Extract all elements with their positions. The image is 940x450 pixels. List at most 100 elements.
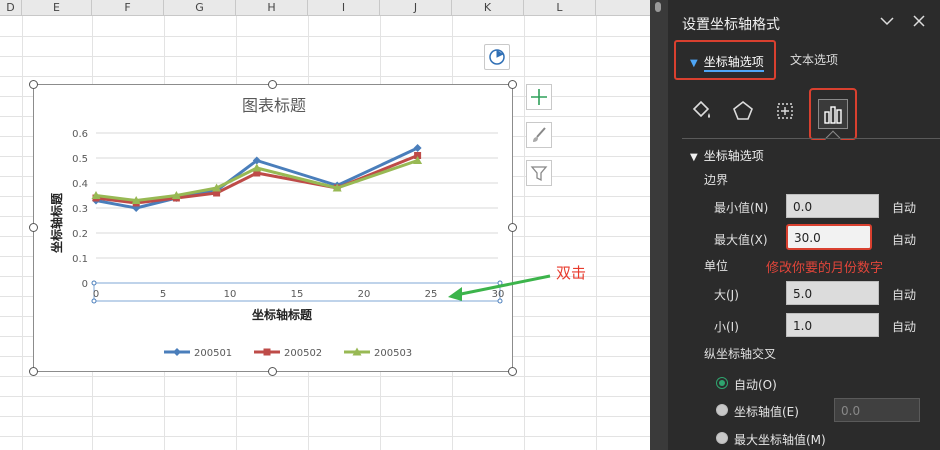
close-icon <box>913 15 925 27</box>
pane-close-button[interactable] <box>910 12 928 30</box>
grid-line <box>0 76 650 77</box>
scrollbar-thumb[interactable] <box>655 2 661 12</box>
column-header-d[interactable]: D <box>0 0 22 16</box>
resize-handle[interactable] <box>29 80 38 89</box>
chevron-down-icon <box>880 17 894 26</box>
chart-layout-button[interactable] <box>484 44 510 70</box>
column-header-k[interactable]: K <box>452 0 524 16</box>
chart-area[interactable]: 图表标题 0 0.1 0.2 0.3 0.4 0.5 0.6 0 5 10 15 20 25 30 坐标轴… <box>33 84 513 372</box>
double-click-label: 双击 <box>556 264 587 282</box>
cross-value-label: 坐标轴值(E) <box>734 405 799 419</box>
y-tick-label: 0.1 <box>72 254 88 265</box>
minor-unit-input[interactable]: 1.0 <box>786 313 879 337</box>
grid-line <box>0 436 650 437</box>
pane-title: 设置坐标轴格式 <box>682 17 780 33</box>
grid-line <box>596 16 597 450</box>
plus-icon <box>531 89 547 105</box>
max-label: 最大值(X) <box>714 233 768 247</box>
grid-line <box>22 16 23 450</box>
axis-options-tab-inner <box>818 99 848 129</box>
size-properties-tab[interactable] <box>770 96 800 126</box>
tab-pointer <box>824 130 842 148</box>
axis-options-tab[interactable] <box>809 88 857 148</box>
grid-line <box>0 56 650 57</box>
column-header-i[interactable]: I <box>308 0 380 16</box>
min-auto-label: 自动 <box>892 201 917 215</box>
resize-handle[interactable] <box>268 367 277 376</box>
bar-chart-icon <box>824 106 842 124</box>
grid-line <box>0 376 650 377</box>
spreadsheet-area[interactable]: D E F G H I J K L 图表标题 0 0.1 0.2 0.3 0.4 0.5 0… <box>0 0 650 450</box>
column-header-f[interactable]: F <box>92 0 164 16</box>
add-chart-element-button[interactable] <box>526 84 552 110</box>
tab-axis-options[interactable]: ▼ 坐标轴选项 <box>674 40 776 80</box>
effects-tab[interactable] <box>728 96 758 126</box>
annotation-arrow <box>448 274 551 301</box>
section-title: 坐标轴选项 <box>703 149 764 163</box>
x-tick-label: 0 <box>93 289 99 300</box>
legend-marker <box>173 348 181 356</box>
min-bound-input[interactable]: 0.0 <box>786 194 879 218</box>
bounds-label: 边界 <box>704 173 729 187</box>
cross-label: 纵坐标轴交叉 <box>704 347 777 361</box>
legend-marker <box>263 348 271 356</box>
funnel-icon <box>530 166 548 182</box>
y-axis-title[interactable]: 坐标轴标题 <box>49 192 64 253</box>
pane-options-button[interactable] <box>878 12 896 30</box>
resize-handle[interactable] <box>268 80 277 89</box>
chart-layout-icon <box>489 49 505 65</box>
column-header-l[interactable]: L <box>524 0 596 16</box>
min-label: 最小值(N) <box>714 201 769 215</box>
brush-icon <box>533 127 546 142</box>
x-tick-label: 10 <box>224 289 237 300</box>
size-properties-icon <box>777 103 793 119</box>
resize-handle[interactable] <box>508 367 517 376</box>
fill-line-tab[interactable] <box>686 96 716 126</box>
cross-auto-radio[interactable] <box>716 377 728 389</box>
cross-max-radio[interactable] <box>716 432 728 444</box>
x-tick-label: 25 <box>425 289 438 300</box>
chart-style-button[interactable] <box>526 122 552 148</box>
cross-value-input[interactable]: 0.0 <box>834 398 920 422</box>
max-bound-input[interactable]: 30.0 <box>786 224 872 250</box>
column-header-j[interactable]: J <box>380 0 452 16</box>
grid-line <box>0 36 650 37</box>
axis-options-section-toggle[interactable]: ▼ 坐标轴选项 <box>690 147 764 164</box>
axis-selection-dot <box>91 298 97 304</box>
pane-divider <box>682 138 940 139</box>
category-icon-row <box>682 88 932 148</box>
pane-tabs: ▼ 坐标轴选项 文本选项 <box>672 40 940 80</box>
major-label: 大(J) <box>714 288 739 302</box>
column-header-row: D E F G H I J K L <box>0 0 650 16</box>
vertical-scrollbar[interactable] <box>650 0 668 450</box>
grid-line <box>0 396 650 397</box>
resize-handle[interactable] <box>508 80 517 89</box>
edit-hint-annotation: 修改你要的月份数字 <box>766 261 884 276</box>
legend-label: 200503 <box>374 348 412 359</box>
column-header-h[interactable]: H <box>236 0 308 16</box>
active-tab-underline <box>704 70 764 72</box>
format-axis-pane: 设置坐标轴格式 ▼ 坐标轴选项 文本选项 ▼ 坐标轴选项 边界 最小值(N) 0… <box>668 0 940 450</box>
x-axis-title[interactable]: 坐标轴标题 <box>252 307 313 322</box>
major-unit-input[interactable]: 5.0 <box>786 281 879 305</box>
axis-selection-dot <box>91 280 97 286</box>
y-tick-label: 0.6 <box>72 129 88 140</box>
chart-filter-button[interactable] <box>526 160 552 186</box>
column-header-e[interactable]: E <box>22 0 92 16</box>
paint-bucket-icon <box>692 100 710 118</box>
cross-max-label: 最大坐标轴值(M) <box>734 433 826 447</box>
resize-handle[interactable] <box>29 367 38 376</box>
tab-text-options[interactable]: 文本选项 <box>790 40 838 80</box>
cross-value-radio[interactable] <box>716 404 728 416</box>
legend-label: 200502 <box>284 348 322 359</box>
column-header-g[interactable]: G <box>164 0 236 16</box>
units-label: 单位 <box>704 259 729 273</box>
y-tick-label: 0.2 <box>72 229 88 240</box>
x-tick-label: 5 <box>160 289 166 300</box>
max-auto-button[interactable]: 自动 <box>892 231 916 248</box>
resize-handle[interactable] <box>29 223 38 232</box>
legend-label: 200501 <box>194 348 232 359</box>
resize-handle[interactable] <box>508 223 517 232</box>
chart-title[interactable]: 图表标题 <box>242 96 306 115</box>
minor-label: 小(I) <box>714 320 739 334</box>
